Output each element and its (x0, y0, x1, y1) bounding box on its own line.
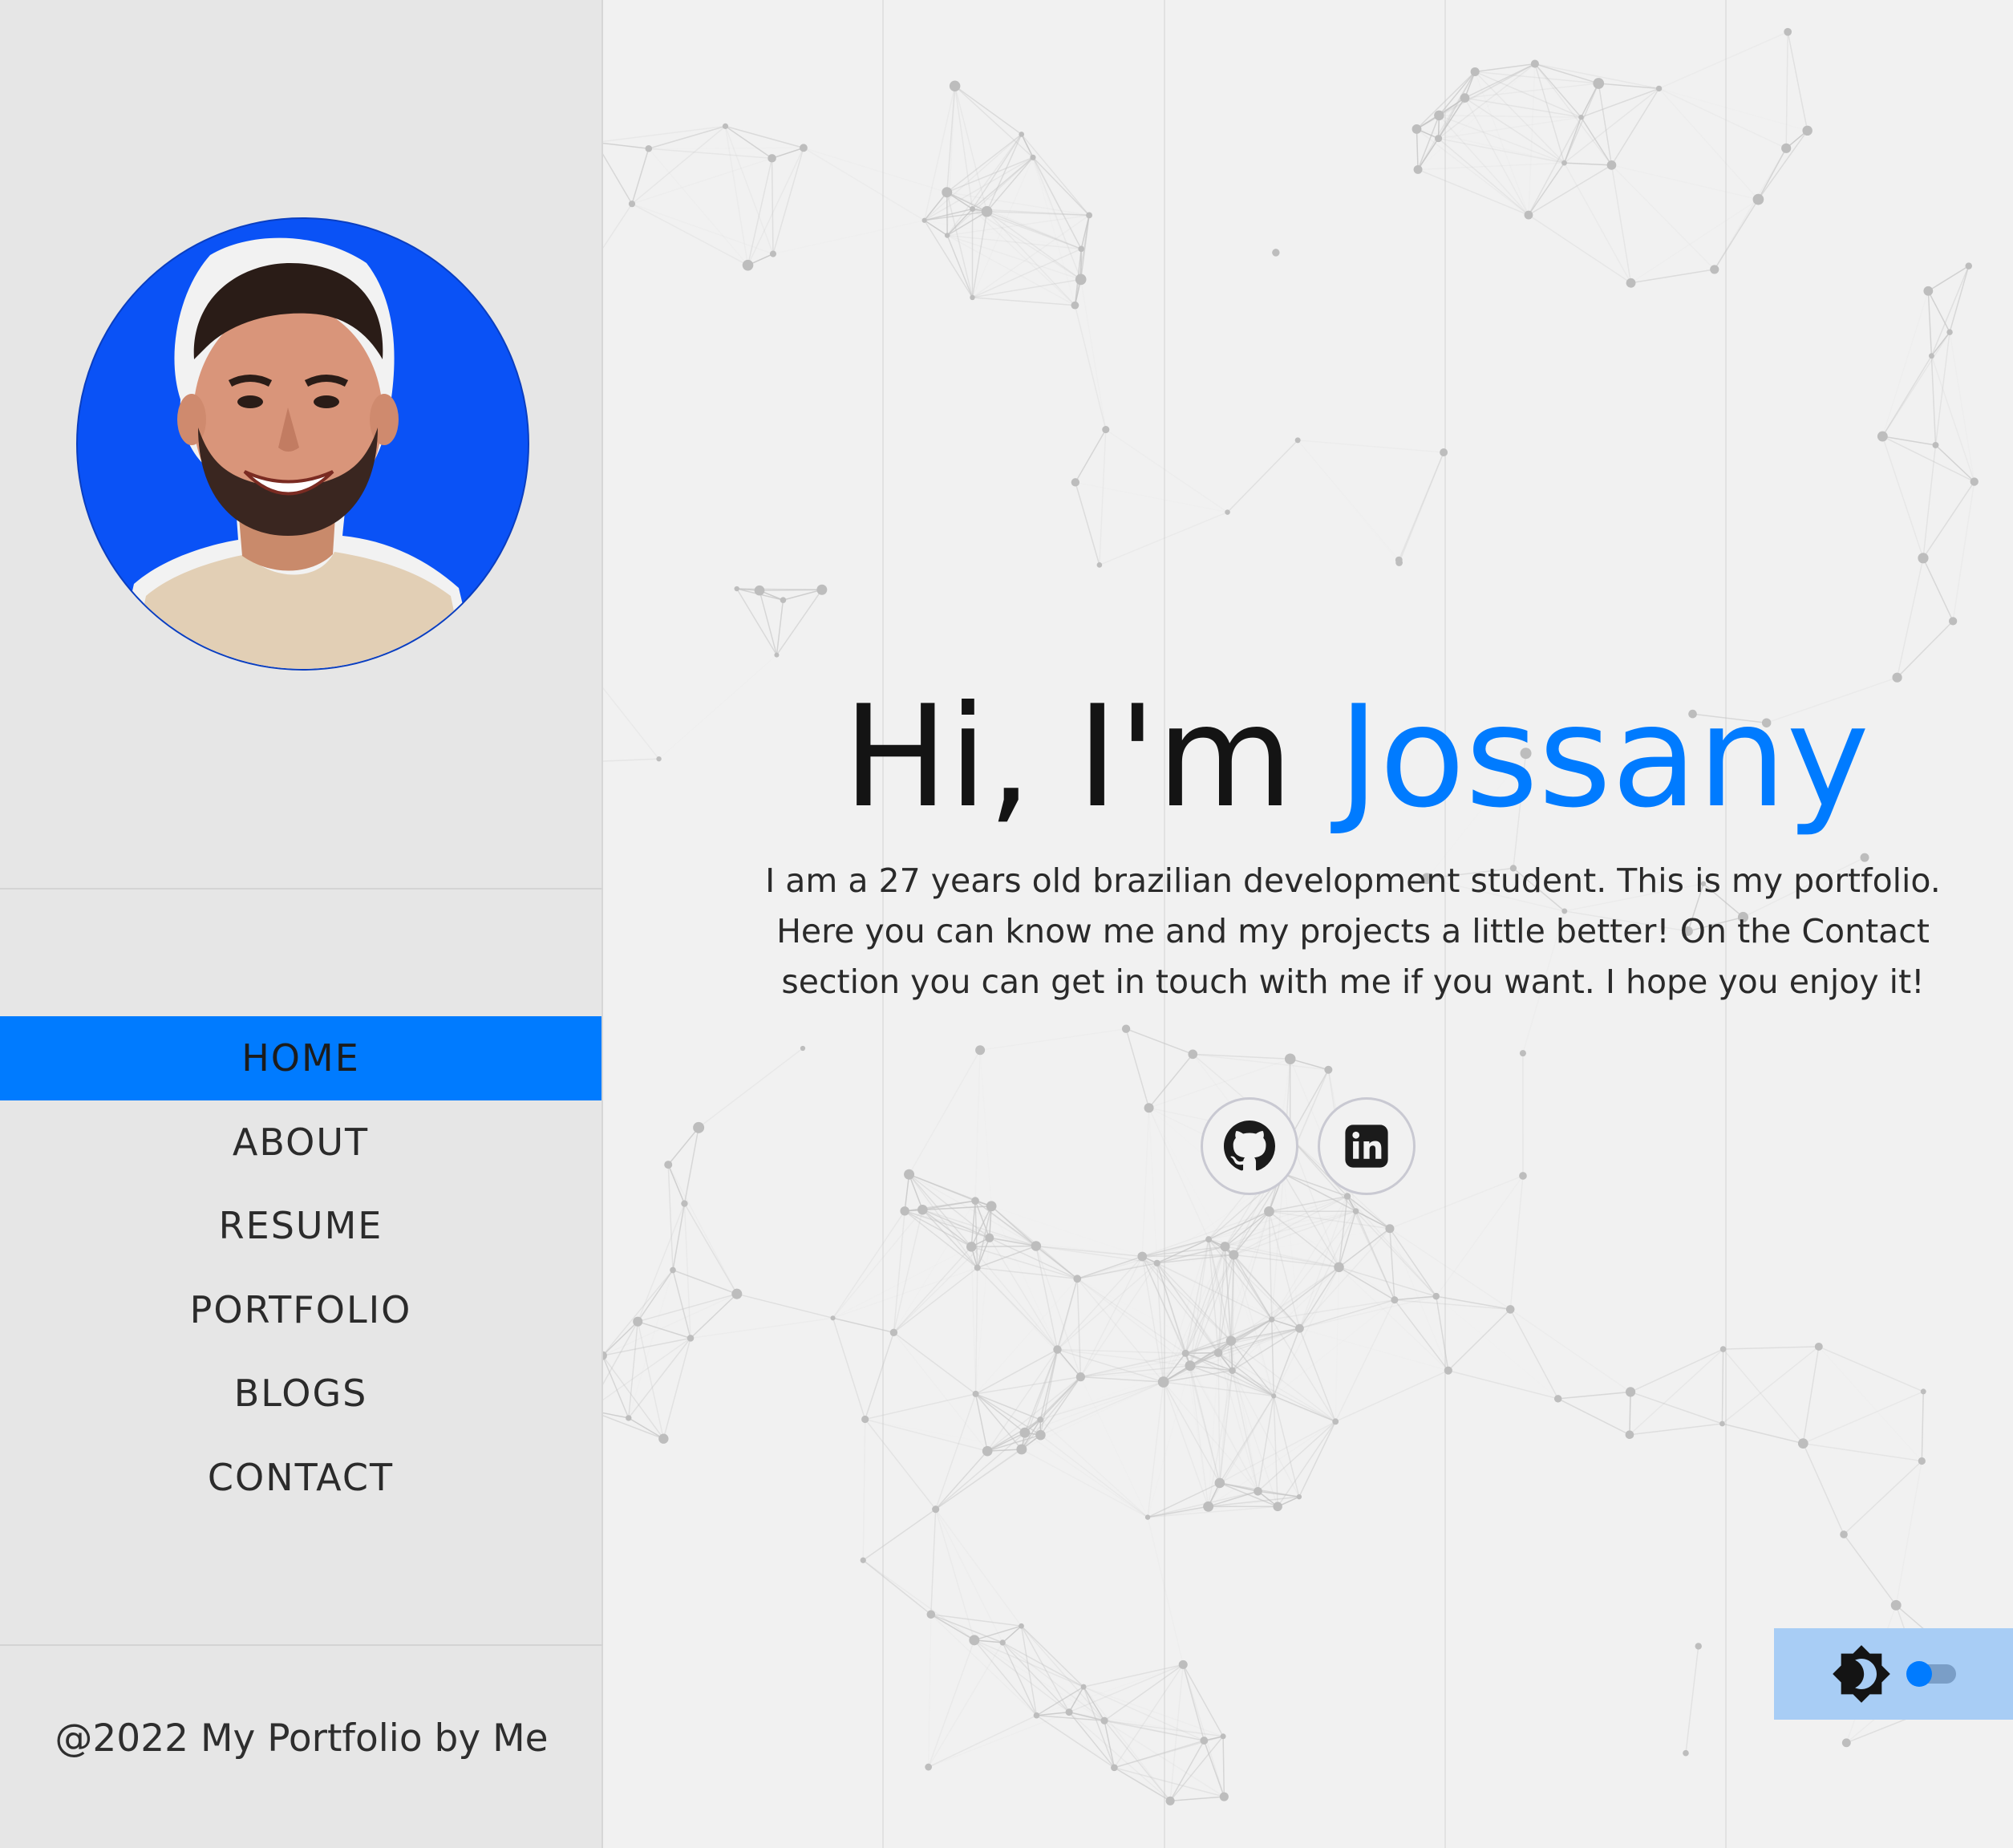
nav-item-home[interactable]: HOME (0, 1016, 601, 1100)
hero-title: Hi, I'm Jossany (603, 678, 2013, 838)
hero-greeting: Hi, I'm (842, 676, 1339, 839)
avatar (76, 217, 529, 671)
portfolio-page: HOME ABOUT RESUME PORTFOLIO BLOGS CONTAC… (0, 0, 2013, 1848)
avatar-photo (114, 237, 479, 669)
copyright-text: @2022 My Portfolio by Me (55, 1716, 549, 1761)
theme-toggle-panel (1774, 1628, 2013, 1720)
sidebar-nav: HOME ABOUT RESUME PORTFOLIO BLOGS CONTAC… (0, 1016, 601, 1519)
hero-description: I am a 27 years old brazilian developmen… (765, 861, 1941, 1001)
nav-item-portfolio[interactable]: PORTFOLIO (0, 1268, 601, 1352)
brightness-icon (1833, 1645, 1890, 1703)
main-content: Hi, I'm Jossany I am a 27 years old braz… (603, 0, 2013, 1848)
sidebar: HOME ABOUT RESUME PORTFOLIO BLOGS CONTAC… (0, 0, 603, 1848)
nav-item-about[interactable]: ABOUT (0, 1100, 601, 1185)
social-links (1201, 1097, 1416, 1195)
github-icon (1224, 1121, 1275, 1171)
sidebar-divider-top (0, 888, 603, 890)
github-link[interactable] (1201, 1097, 1298, 1195)
linkedin-icon (1345, 1125, 1388, 1168)
hero-name: Jossany (1338, 676, 1870, 839)
nav-item-blogs[interactable]: BLOGS (0, 1352, 601, 1436)
sidebar-divider-bottom (0, 1644, 603, 1646)
nav-item-contact[interactable]: CONTACT (0, 1436, 601, 1520)
dark-mode-switch-knob (1906, 1661, 1932, 1687)
nav-item-resume[interactable]: RESUME (0, 1184, 601, 1268)
linkedin-link[interactable] (1318, 1097, 1416, 1195)
dark-mode-switch[interactable] (1906, 1661, 1956, 1687)
